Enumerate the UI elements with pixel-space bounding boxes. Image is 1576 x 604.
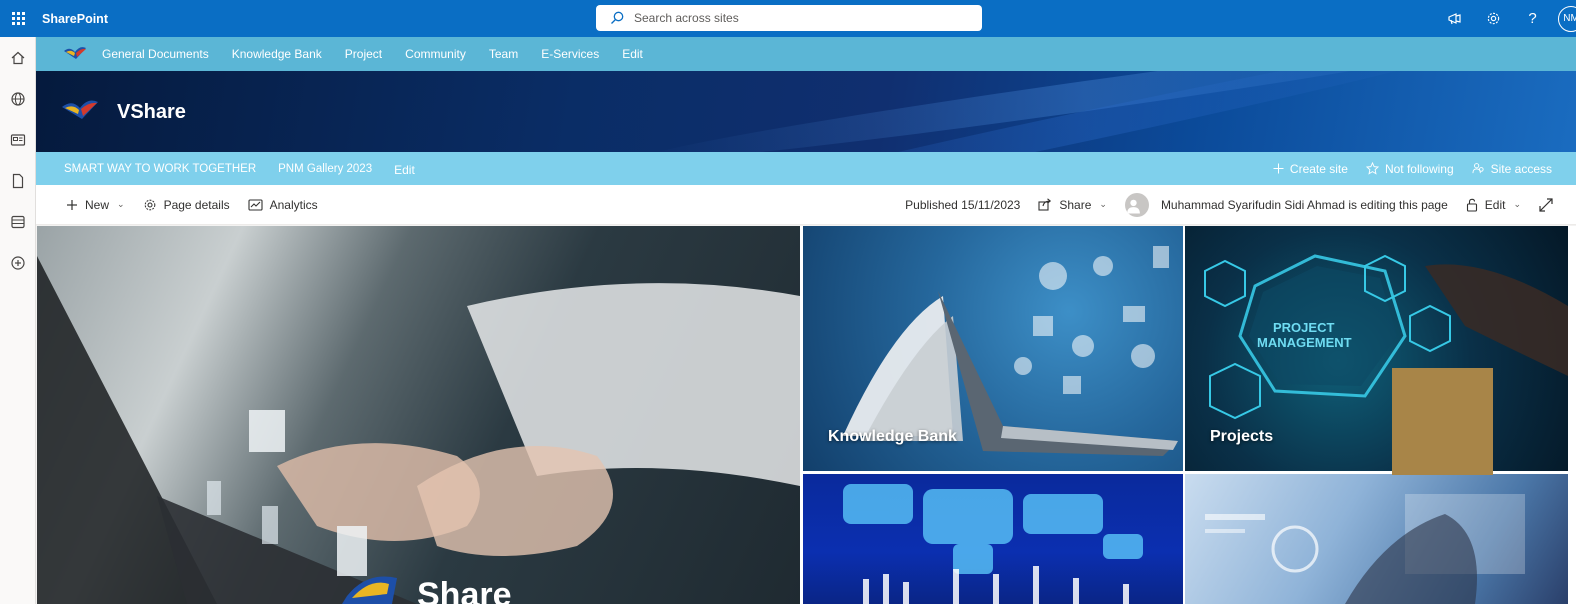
news-icon[interactable]: [0, 119, 36, 160]
tile-label-knowledge-bank: Knowledge Bank: [828, 428, 957, 445]
search-input[interactable]: [634, 11, 954, 25]
hero-tile-main[interactable]: Share: [37, 226, 800, 604]
hub-logo-icon[interactable]: [62, 43, 88, 65]
people-icon: [1472, 163, 1484, 174]
site-nav-link-pnm-gallery[interactable]: PNM Gallery 2023: [278, 163, 372, 175]
share-button[interactable]: Share ⌄: [1038, 198, 1107, 212]
hub-link-knowledge-bank[interactable]: Knowledge Bank: [232, 47, 322, 61]
list-icon[interactable]: [0, 201, 36, 242]
site-nav-link-smart-way[interactable]: SMART WAY TO WORK TOGETHER: [64, 163, 256, 175]
new-button[interactable]: New ⌄: [66, 198, 125, 212]
follow-label: Not following: [1384, 161, 1454, 176]
page-details-label: Page details: [163, 197, 230, 212]
avatar[interactable]: NM: [1558, 5, 1576, 32]
megaphone-icon[interactable]: [1435, 0, 1474, 37]
share-icon: [1038, 198, 1052, 211]
hero-tile-community[interactable]: [803, 474, 1183, 604]
image-placeholder-box: [1392, 368, 1493, 475]
new-label: New: [85, 197, 110, 212]
site-navigation: SMART WAY TO WORK TOGETHER PNM Gallery 2…: [36, 152, 1576, 185]
site-access-label: Site access: [1490, 161, 1552, 176]
search-icon: [611, 11, 624, 24]
plus-icon: [1273, 163, 1284, 174]
suite-bar: SharePoint ? NM: [0, 0, 1576, 37]
person-avatar: [1124, 192, 1149, 217]
hero-section: Share Knowledge Bank PROJECTMANAGEMENT: [37, 226, 1576, 604]
data-dashboard-image: [1205, 494, 1525, 604]
hero-title: Share: [417, 576, 512, 604]
site-header-banner: VShare: [36, 71, 1576, 152]
page-details-button[interactable]: Page details: [143, 198, 230, 212]
help-icon[interactable]: ?: [1513, 0, 1552, 37]
star-icon: [1365, 162, 1379, 175]
app-bar: [0, 37, 36, 604]
hub-navigation: General Documents Knowledge Bank Project…: [36, 37, 1576, 71]
hub-link-project[interactable]: Project: [345, 47, 382, 61]
site-title[interactable]: VShare: [117, 101, 186, 124]
site-access-button[interactable]: Site access: [1472, 162, 1552, 176]
file-icon[interactable]: [0, 160, 36, 201]
analytics-icon: [248, 198, 263, 211]
create-site-label: Create site: [1289, 161, 1348, 176]
share-label: Share: [1059, 197, 1092, 212]
hub-link-edit[interactable]: Edit: [622, 47, 643, 61]
plus-icon: [67, 199, 77, 210]
site-logo-icon[interactable]: [60, 95, 100, 125]
expand-icon[interactable]: [1539, 197, 1560, 212]
edit-button[interactable]: Edit ⌄: [1466, 198, 1521, 212]
analytics-button[interactable]: Analytics: [248, 198, 318, 212]
tile-label-projects: Projects: [1210, 428, 1274, 445]
world-map-people-image: [843, 484, 1143, 604]
hero-tile-data[interactable]: [1185, 474, 1568, 604]
hub-link-e-services[interactable]: E-Services: [541, 47, 599, 61]
brand-name[interactable]: SharePoint: [42, 12, 108, 26]
add-icon[interactable]: [0, 242, 36, 283]
command-bar: New ⌄ Page details Analytics Published 1…: [36, 185, 1576, 225]
chevron-down-icon: ⌄: [1099, 199, 1107, 209]
hub-link-community[interactable]: Community: [405, 47, 466, 61]
create-site-button[interactable]: Create site: [1273, 162, 1348, 176]
unlock-icon: [1466, 198, 1477, 212]
globe-icon[interactable]: [0, 78, 36, 119]
hero-tile-projects[interactable]: PROJECT MANAGEMENT Projects: [1185, 226, 1568, 471]
waffle-icon[interactable]: [0, 0, 36, 37]
chevron-down-icon: ⌄: [1513, 199, 1521, 209]
follow-button[interactable]: Not following: [1365, 161, 1454, 176]
analytics-label: Analytics: [269, 197, 318, 212]
hub-link-general-documents[interactable]: General Documents: [102, 47, 209, 61]
gear-icon[interactable]: [1474, 0, 1513, 37]
gear-icon: [144, 199, 155, 210]
search-box[interactable]: [596, 5, 982, 31]
hero-tile-knowledge-bank[interactable]: Knowledge Bank: [803, 226, 1183, 471]
published-status: Published 15/11/2023: [905, 197, 1021, 212]
laptop-hands-image: [37, 256, 800, 604]
site-nav-edit-link[interactable]: Edit: [394, 163, 415, 177]
editing-status: Muhammad Syarifudin Sidi Ahmad is editin…: [1160, 197, 1448, 212]
edit-label: Edit: [1484, 197, 1506, 212]
home-icon[interactable]: [0, 37, 36, 78]
editing-indicator: Muhammad Syarifudin Sidi Ahmad is editin…: [1124, 192, 1448, 217]
chevron-down-icon: ⌄: [117, 199, 125, 209]
hub-link-team[interactable]: Team: [489, 47, 518, 61]
